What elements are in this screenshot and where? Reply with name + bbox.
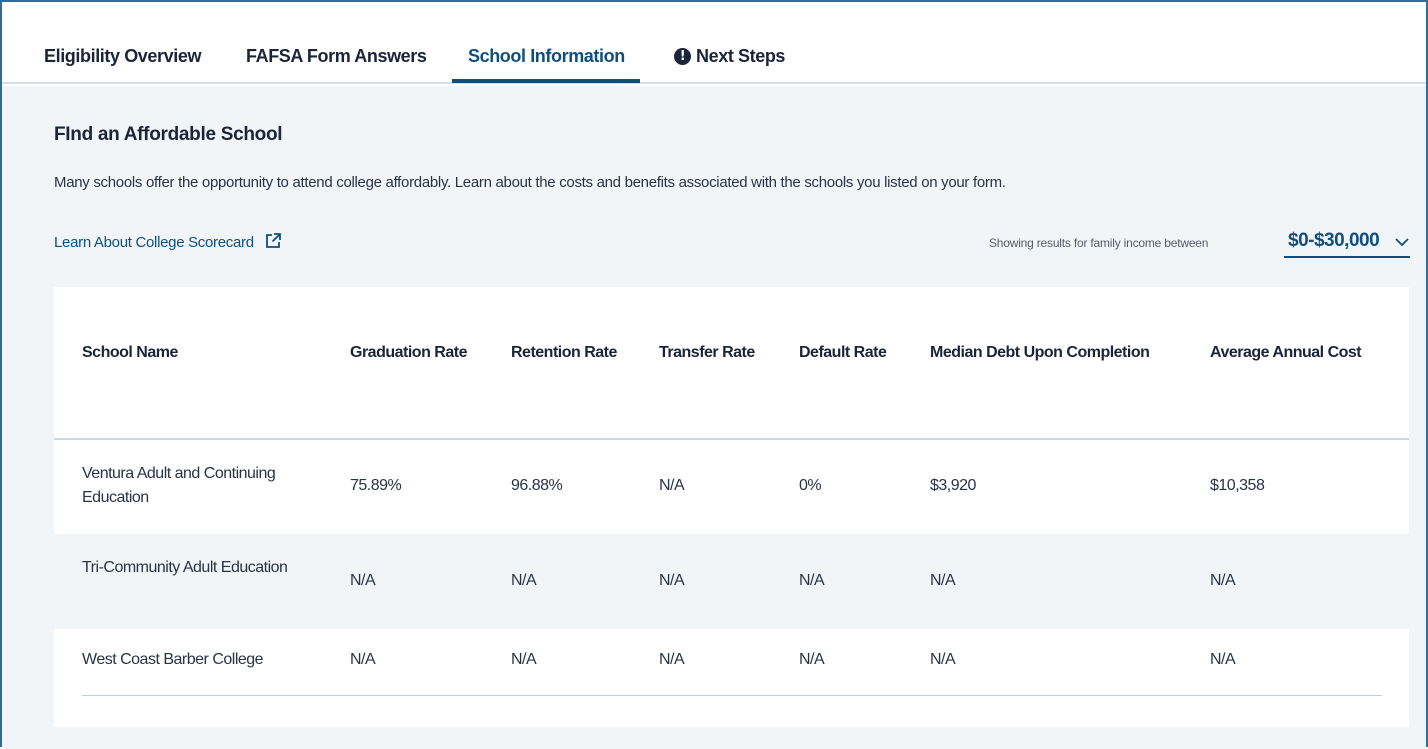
- info-icon: !: [674, 48, 691, 65]
- graduation-rate-cell: N/A: [350, 651, 376, 668]
- table-row: Tri-Community Adult Education N/A N/A N/…: [54, 534, 1409, 629]
- graduation-rate-cell: N/A: [350, 572, 376, 589]
- section-title: FInd an Affordable School: [54, 124, 283, 145]
- default-rate-cell: N/A: [799, 651, 825, 668]
- college-scorecard-link[interactable]: Learn About College Scorecard: [54, 232, 282, 251]
- retention-rate-cell: N/A: [511, 651, 537, 668]
- school-name-cell: Tri-Community Adult Education: [82, 559, 288, 576]
- school-name-cell: Ventura Adult and Continuing Education: [82, 465, 276, 506]
- header-transfer-rate: Transfer Rate: [659, 344, 755, 361]
- school-name-cell: West Coast Barber College: [82, 651, 264, 668]
- income-range-select[interactable]: $0-$30,000: [1284, 228, 1410, 258]
- schools-table: School Name Graduation Rate Retention Ra…: [54, 287, 1409, 727]
- average-annual-cost-cell: N/A: [1210, 572, 1236, 589]
- header-retention-rate: Retention Rate: [511, 344, 617, 361]
- tab-school-information[interactable]: School Information: [468, 2, 625, 84]
- college-scorecard-link-label: Learn About College Scorecard: [54, 234, 254, 251]
- school-information-panel: FInd an Affordable School Many schools o…: [2, 86, 1426, 749]
- median-debt-cell: $3,920: [930, 477, 976, 494]
- default-rate-cell: N/A: [799, 572, 825, 589]
- chevron-down-icon: [1395, 238, 1409, 247]
- average-annual-cost-cell: N/A: [1210, 651, 1236, 668]
- transfer-rate-cell: N/A: [659, 572, 685, 589]
- header-graduation-rate: Graduation Rate: [350, 344, 467, 361]
- default-rate-cell: 0%: [799, 477, 822, 494]
- table-row: Ventura Adult and Continuing Education 7…: [54, 440, 1409, 534]
- retention-rate-cell: N/A: [511, 572, 537, 589]
- header-default-rate: Default Rate: [799, 344, 887, 361]
- retention-rate-cell: 96.88%: [511, 477, 563, 494]
- tab-eligibility-overview[interactable]: Eligibility Overview: [44, 2, 201, 84]
- transfer-rate-cell: N/A: [659, 477, 685, 494]
- section-description: Many schools offer the opportunity to at…: [54, 174, 1006, 191]
- graduation-rate-cell: 75.89%: [350, 477, 402, 494]
- average-annual-cost-cell: $10,358: [1210, 477, 1265, 494]
- transfer-rate-cell: N/A: [659, 651, 685, 668]
- external-link-icon: [265, 233, 281, 248]
- tab-next-steps-label: Next Steps: [696, 46, 786, 66]
- active-tab-indicator: [452, 79, 640, 83]
- income-range-value: $0-$30,000: [1288, 230, 1380, 251]
- median-debt-cell: N/A: [930, 651, 956, 668]
- tab-fafsa-form-answers[interactable]: FAFSA Form Answers: [246, 2, 427, 84]
- header-median-debt: Median Debt Upon Completion: [930, 344, 1150, 361]
- income-filter-label: Showing results for family income betwee…: [989, 236, 1209, 250]
- page-frame: Eligibility Overview FAFSA Form Answers …: [0, 0, 1428, 749]
- tab-bar: Eligibility Overview FAFSA Form Answers …: [2, 2, 1426, 84]
- table-bottom-divider: [82, 695, 1382, 696]
- table-row: West Coast Barber College N/A N/A N/A N/…: [54, 629, 1409, 695]
- tab-next-steps[interactable]: ! Next Steps: [674, 2, 785, 84]
- median-debt-cell: N/A: [930, 572, 956, 589]
- header-average-annual-cost: Average Annual Cost: [1210, 344, 1362, 361]
- header-school-name: School Name: [82, 344, 178, 361]
